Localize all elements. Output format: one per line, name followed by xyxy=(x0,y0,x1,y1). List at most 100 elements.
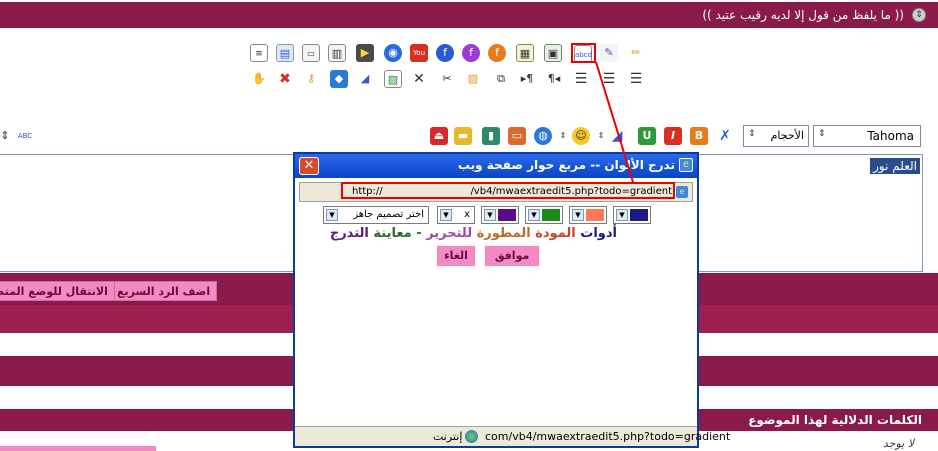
dropdown-arrow-icon[interactable]: ⇕ xyxy=(558,127,568,145)
pink-strip xyxy=(0,446,156,451)
flash-icon[interactable]: f xyxy=(436,44,454,62)
resize-icon[interactable]: ⇕ xyxy=(0,127,10,145)
tags-none-text: لا يوجد xyxy=(882,437,914,450)
color-swatch xyxy=(630,209,648,221)
insert-film-icon[interactable]: ▮ xyxy=(482,127,500,145)
underline-icon[interactable]: U xyxy=(638,127,656,145)
color-select-2[interactable]: ▼ xyxy=(569,206,607,224)
chevron-down-icon: ▼ xyxy=(440,209,452,221)
quick-reply-button[interactable]: اضف الرد السريع xyxy=(110,281,218,301)
align-right-icon[interactable]: ☰ xyxy=(627,70,645,88)
font-family-select[interactable]: Tahoma ⇕ xyxy=(813,125,921,147)
insert-scroll-icon[interactable]: ✎ xyxy=(600,44,618,62)
font-size-select[interactable]: الأحجام ⇕ xyxy=(743,125,809,147)
text-color-icon[interactable]: ◢ xyxy=(608,127,626,145)
color-swatch xyxy=(498,209,516,221)
insert-table-icon[interactable]: ≡ xyxy=(250,44,268,62)
edit-pencil-icon[interactable]: ✏ xyxy=(627,44,645,62)
insert-quote-icon[interactable]: ▥ xyxy=(328,44,346,62)
header-bar: (( ما يلفظ من قول إلا لديه رقيب عتيد )) … xyxy=(0,2,938,28)
color-select-4[interactable]: ▼ xyxy=(481,206,519,224)
bold-icon[interactable]: B xyxy=(690,127,708,145)
advanced-mode-button[interactable]: الانتقال للوضع المتطو xyxy=(0,281,115,301)
chevron-down-icon: ▼ xyxy=(326,209,338,221)
preview-word: المطورة xyxy=(476,226,531,241)
status-bar: إنترنت com/vb4/mwaextraedit5.php?todo=gr… xyxy=(295,426,730,446)
insert-image-icon[interactable]: ◢ xyxy=(356,70,374,88)
delete-icon[interactable]: ✖ xyxy=(276,70,294,88)
preview-word: التدرج xyxy=(329,226,374,241)
preset-placeholder: اختر تصميم جاهز xyxy=(353,209,424,220)
x-select[interactable]: ▼ x xyxy=(437,206,475,224)
swatch-row: ▼ ▼ ▼ ▼ ▼ x ▼ اختر تصميم جاهز xyxy=(295,206,697,224)
close-button[interactable]: ✕ xyxy=(299,157,319,175)
key-icon[interactable]: ⚷ xyxy=(302,70,320,88)
cancel-button[interactable]: الغاء xyxy=(437,246,475,266)
insert-photo-icon[interactable]: ▭ xyxy=(508,127,526,145)
chevron-down-icon: ▼ xyxy=(484,209,496,221)
annotation-box-address xyxy=(341,182,675,199)
hand-icon[interactable]: ✋ xyxy=(250,70,268,88)
color-select-3[interactable]: ▼ xyxy=(525,206,563,224)
color-select-1[interactable]: ▼ xyxy=(613,206,651,224)
gradient-preview: أدوات المودة المطورة للتحرير - معاينة ال… xyxy=(330,226,617,241)
chevron-down-icon: ▼ xyxy=(572,209,584,221)
preset-select[interactable]: ▼ اختر تصميم جاهز xyxy=(323,206,429,224)
italic-icon[interactable]: I xyxy=(664,127,682,145)
close-x-icon[interactable]: ✕ xyxy=(410,70,428,88)
annotation-box-toolbar xyxy=(571,43,596,63)
insert-code-icon[interactable]: ▭ xyxy=(302,44,320,62)
paste-icon[interactable]: ▨ xyxy=(464,70,482,88)
globe-icon[interactable]: ◍ xyxy=(534,127,552,145)
header-quote: (( ما يلفظ من قول إلا لديه رقيب عتيد )) xyxy=(702,8,904,22)
document-icon[interactable]: ▧ xyxy=(384,70,402,88)
status-url: com/vb4/mwaextraedit5.php?todo=gradient xyxy=(485,430,731,443)
dialog-title: تدرج الألوان -- مربع حوار صفحة ويب xyxy=(457,158,675,172)
insert-wmp-icon[interactable]: ◉ xyxy=(384,44,402,62)
cut-icon[interactable]: ✂ xyxy=(438,70,456,88)
copy-icon[interactable]: ⧉ xyxy=(492,70,510,88)
preview-word: للتحرير xyxy=(426,226,477,241)
youtube-icon[interactable]: You xyxy=(410,44,428,62)
insert-note-icon[interactable]: ▬ xyxy=(454,127,472,145)
align-left-icon[interactable]: ☰ xyxy=(572,70,590,88)
ie-page-icon: e xyxy=(676,186,688,198)
preview-word: المودة xyxy=(530,226,581,241)
spellcheck-icon[interactable]: ABC xyxy=(16,127,34,145)
editor-content: العلم نور xyxy=(870,158,920,174)
insert-media-icon[interactable]: ▶ xyxy=(356,44,374,62)
color-swatch xyxy=(542,209,560,221)
preview-word: معاينة xyxy=(373,226,412,241)
flash-orange-icon[interactable]: f xyxy=(488,44,506,62)
dialog-titlebar[interactable]: تدرج الألوان -- مربع حوار صفحة ويب e ✕ xyxy=(295,154,697,178)
status-zone: إنترنت xyxy=(433,430,463,443)
chevron-down-icon: ▼ xyxy=(616,209,628,221)
chevron-down-icon: ▼ xyxy=(528,209,540,221)
tags-title: الكلمات الدلالية لهذا الموضوع xyxy=(748,413,922,427)
eraser-icon[interactable]: ◆ xyxy=(330,70,348,88)
clear-format-icon[interactable]: ✗ xyxy=(716,127,734,145)
chevron-down-icon: ⇕ xyxy=(818,129,826,139)
ltr-icon[interactable]: ▸¶ xyxy=(518,70,536,88)
collapse-icon[interactable]: ⇕ xyxy=(912,8,926,22)
smiley-icon[interactable]: ☺ xyxy=(572,127,590,145)
x-value: x xyxy=(464,209,470,220)
ie-icon: e xyxy=(679,158,693,172)
globe-icon xyxy=(465,430,478,443)
remove-format-icon[interactable]: ⏏ xyxy=(430,127,448,145)
dropdown-arrow-icon-2[interactable]: ⇕ xyxy=(596,127,606,145)
ok-button[interactable]: موافق xyxy=(485,246,539,266)
insert-grid-icon[interactable]: ▦ xyxy=(516,44,534,62)
chevron-down-icon: ⇕ xyxy=(748,129,756,139)
insert-box-icon[interactable]: ▣ xyxy=(544,44,562,62)
align-center-icon[interactable]: ☰ xyxy=(600,70,618,88)
flash-purple-icon[interactable]: f xyxy=(462,44,480,62)
rtl-icon[interactable]: ¶◂ xyxy=(545,70,563,88)
color-swatch xyxy=(586,209,604,221)
preview-word: - xyxy=(411,226,427,241)
insert-page-icon[interactable]: ▤ xyxy=(276,44,294,62)
page-root: (( ما يلفظ من قول إلا لديه رقيب عتيد )) … xyxy=(0,0,938,451)
font-family-value: Tahoma xyxy=(867,129,914,143)
preview-word: أدوات xyxy=(580,226,617,241)
font-size-value: الأحجام xyxy=(770,129,804,142)
